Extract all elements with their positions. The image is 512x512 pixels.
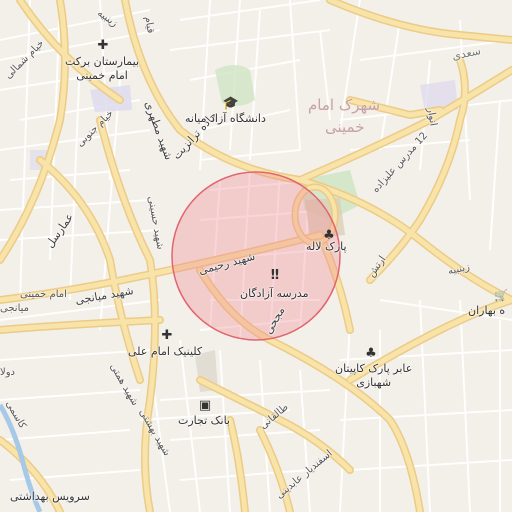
poi-clinic-label[interactable]: کلینیک امام علی (128, 345, 202, 359)
poi-passage-line-2: شهبازی (356, 375, 392, 389)
poi-school-label[interactable]: مدرسه آزادگان (240, 287, 309, 301)
poi-park-label[interactable]: پارک لاله (306, 240, 347, 254)
cart-icon[interactable]: 🛒 (494, 288, 508, 302)
district-label-1: شهرک امام (308, 96, 381, 114)
school-icon[interactable]: ‼ (268, 268, 282, 283)
poi-hospital-line-2: امام خمینی (76, 68, 128, 82)
highlight-radius-circle[interactable] (171, 171, 341, 341)
street-label-imam-khomeini: امام خمینی (20, 289, 67, 300)
district-label-2: خمینی (325, 118, 365, 136)
poi-health-service-label[interactable]: سرویس بهداشتی (10, 490, 90, 504)
poi-bank-label[interactable]: بانک تجارت (178, 414, 230, 428)
street-label-dolat: دولا (0, 367, 15, 378)
street-label-ghiam: قیام (142, 15, 156, 35)
graduation-cap-icon[interactable]: 🎓 (223, 96, 239, 111)
poi-hospital-line-1: بیمارستان برکت (65, 55, 140, 68)
poi-bahar-label[interactable]: ه بهاران (468, 304, 505, 318)
poi-passage-line-1: عابر پارک کاپیتان (335, 362, 413, 375)
street-label-mianji-left: میانجی (0, 303, 29, 314)
map-view[interactable]: شهرک امام خمینی جاده ترانزیت شهید رحیمی … (0, 0, 512, 512)
clinic-cross-icon[interactable]: ✚ (160, 328, 174, 343)
poi-hospital-label[interactable]: بیمارستان برکت امام خمینی (65, 55, 139, 83)
tree-icon-2[interactable]: ♣ (364, 346, 378, 361)
poi-university-label[interactable]: دانشگاه آزاد میانه (185, 112, 266, 126)
bank-icon[interactable]: ▣ (198, 398, 212, 413)
street-label-anvar: انوار (424, 106, 439, 127)
hospital-icon[interactable]: ✚ (96, 38, 110, 53)
poi-passage-park-label[interactable]: عابر پارک کاپیتان شهبازی (335, 362, 412, 390)
